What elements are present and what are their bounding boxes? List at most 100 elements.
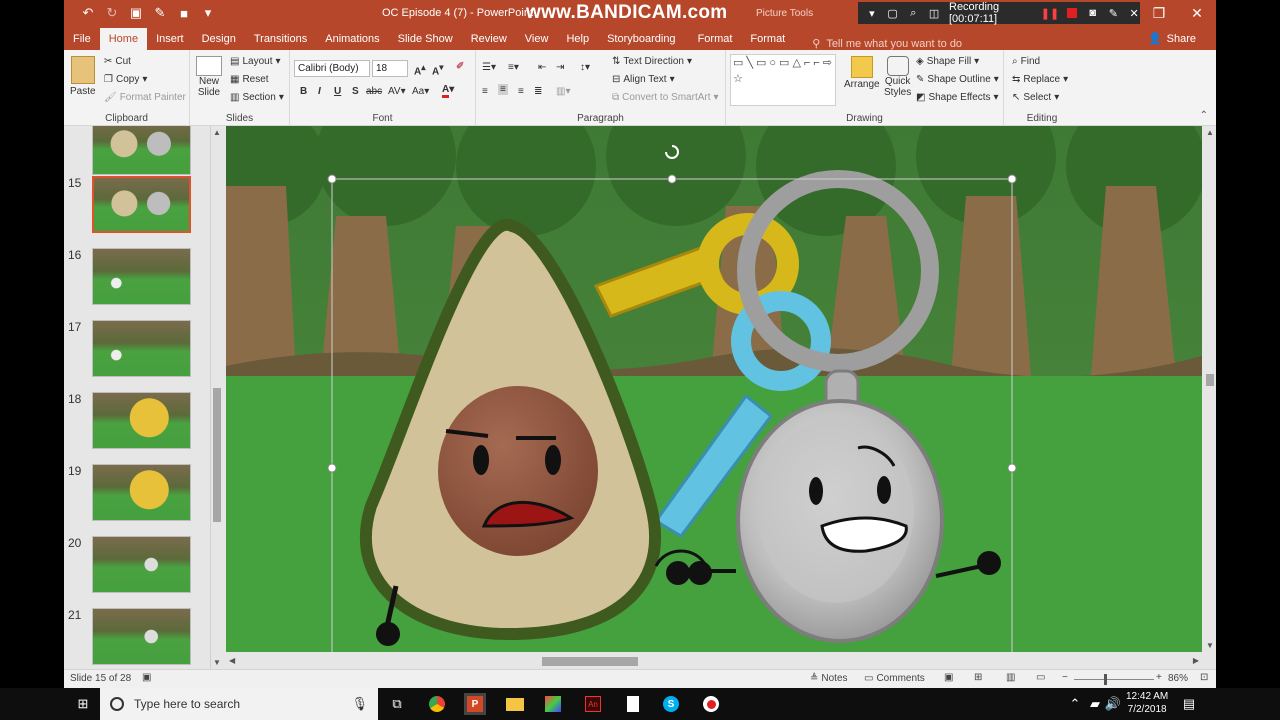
slide-thumbnail[interactable] <box>64 126 214 176</box>
tab-transitions[interactable]: Transitions <box>245 28 316 50</box>
paint-icon[interactable] <box>542 693 564 715</box>
layout-button[interactable]: ▤ Layout ▾ <box>230 56 281 67</box>
tab-design[interactable]: Design <box>193 28 245 50</box>
font-color-icon[interactable]: A▾ <box>442 84 454 98</box>
pencil-icon[interactable]: ✎ <box>1108 6 1120 20</box>
slide-vertical-scrollbar[interactable]: ▲ ▼ <box>1204 126 1216 652</box>
restore-icon[interactable]: ❐ <box>1140 0 1178 26</box>
slide-thumbnail[interactable]: 20 <box>64 536 214 594</box>
slideshow-icon[interactable]: ▭ <box>1036 672 1045 683</box>
microphone-icon[interactable]: 🎙 <box>351 696 368 712</box>
normal-view-icon[interactable]: ▣ <box>944 672 953 683</box>
zoom-in-icon[interactable]: + <box>1156 672 1162 683</box>
increase-indent-icon[interactable]: ⇥ <box>556 62 564 73</box>
skype-icon[interactable]: S <box>660 693 682 715</box>
window-icon[interactable]: ▢ <box>887 6 899 20</box>
underline-icon[interactable]: U <box>334 86 341 97</box>
reset-button[interactable]: ▦ Reset <box>230 74 269 85</box>
chrome-icon[interactable] <box>426 693 448 715</box>
save-icon[interactable]: ▣ <box>128 4 144 22</box>
scroll-down-icon[interactable]: ▼ <box>1206 641 1214 650</box>
paste-button[interactable]: Paste <box>70 56 96 97</box>
task-view-icon[interactable]: ⧉ <box>386 693 408 715</box>
strikethrough-icon[interactable]: abc <box>366 86 382 97</box>
slide-thumbnail[interactable]: 16 <box>64 248 214 306</box>
replace-button[interactable]: ⇆ Replace ▾ <box>1012 74 1068 85</box>
close-recording-icon[interactable]: ✕ <box>1128 6 1140 20</box>
tab-file[interactable]: File <box>64 28 100 50</box>
numbering-icon[interactable]: ≡▾ <box>508 62 519 73</box>
clear-format-icon[interactable]: ✐ <box>456 61 464 72</box>
tab-slide-show[interactable]: Slide Show <box>389 28 462 50</box>
align-right-icon[interactable]: ≡ <box>518 86 524 97</box>
slide-thumbnail[interactable]: 19 <box>64 464 214 522</box>
scroll-right-icon[interactable]: ▶ <box>1193 656 1199 665</box>
quick-styles-button[interactable]: Quick Styles <box>884 56 911 98</box>
file-explorer-icon[interactable] <box>504 693 526 715</box>
zoom-slider-thumb[interactable] <box>1104 674 1107 685</box>
tab-format[interactable]: Format <box>741 28 794 50</box>
shape-outline-button[interactable]: ✎ Shape Outline ▾ <box>916 74 999 85</box>
taskbar-search[interactable]: Type here to search 🎙 <box>100 688 378 720</box>
new-slide-button[interactable]: New Slide <box>196 56 222 98</box>
decrease-indent-icon[interactable]: ⇤ <box>538 62 546 73</box>
arrange-button[interactable]: Arrange <box>844 56 880 90</box>
undo-icon[interactable]: ↶ <box>80 4 96 22</box>
shapes-gallery[interactable]: ▭╲▭○▭△⌐⌐⇨⇩↰⇦╮⌒{}☆ <box>730 54 836 106</box>
align-center-icon[interactable]: ≡ <box>498 84 508 95</box>
slide-sorter-icon[interactable]: ⊞ <box>974 672 982 683</box>
search-icon[interactable]: ⌕ <box>908 6 920 20</box>
shape-fill-button[interactable]: ◈ Shape Fill ▾ <box>916 56 979 67</box>
zoom-level[interactable]: 86% <box>1168 673 1188 684</box>
show-hidden-icons-icon[interactable]: ⌃ <box>1064 693 1086 715</box>
tab-format[interactable]: Format <box>689 28 742 50</box>
stop-icon[interactable] <box>1066 6 1078 20</box>
shape-effects-button[interactable]: ◩ Shape Effects ▾ <box>916 92 999 103</box>
slide-thumbnail[interactable]: 21 <box>64 608 214 666</box>
slide-thumbnail[interactable]: 17 <box>64 320 214 378</box>
shadow-icon[interactable]: S <box>352 86 359 97</box>
section-button[interactable]: ▥ Section ▾ <box>230 92 284 103</box>
tab-insert[interactable]: Insert <box>147 28 193 50</box>
zoom-slider[interactable] <box>1074 679 1154 680</box>
bold-icon[interactable]: B <box>300 86 307 97</box>
shrink-font-icon[interactable]: A▾ <box>432 62 443 77</box>
collapse-ribbon-icon[interactable]: ⌃ <box>1200 110 1208 121</box>
horizontal-scroll-thumb[interactable] <box>542 657 638 666</box>
convert-smartart-button[interactable]: ⧉ Convert to SmartArt ▾ <box>612 92 719 103</box>
format-painter-button[interactable]: 🖌 Format Painter <box>104 92 186 103</box>
windows-start-icon[interactable]: ⊞ <box>72 693 94 715</box>
cut-button[interactable]: ✂ Cut <box>104 56 131 67</box>
clock[interactable]: 12:42 AM 7/2/2018 <box>1126 690 1168 716</box>
tab-help[interactable]: Help <box>557 28 598 50</box>
slide-thumbnail[interactable]: 15 <box>64 176 214 234</box>
volume-icon[interactable]: 🔊 <box>1102 693 1124 715</box>
change-case-icon[interactable]: Aa▾ <box>412 86 429 97</box>
select-button[interactable]: ↖ Select ▾ <box>1012 92 1059 103</box>
touch-mode-icon[interactable]: ✎ <box>152 4 168 22</box>
collapse-icon[interactable]: ▾ <box>866 6 878 20</box>
pause-icon[interactable]: ❚❚ <box>1041 6 1059 20</box>
justify-icon[interactable]: ≣ <box>534 86 542 97</box>
customize-qat-icon[interactable]: ▾ <box>200 4 216 22</box>
scroll-down-icon[interactable]: ▼ <box>213 658 221 667</box>
redo-icon[interactable]: ↻ <box>104 4 120 22</box>
grow-font-icon[interactable]: A▴ <box>414 62 425 77</box>
find-button[interactable]: ⌕ Find <box>1012 56 1040 67</box>
tell-me-box[interactable]: ⚲ Tell me what you want to do <box>812 37 962 51</box>
tab-animations[interactable]: Animations <box>316 28 388 50</box>
font-size-input[interactable]: 18 <box>372 60 408 77</box>
notifications-icon[interactable]: ▤ <box>1178 693 1200 715</box>
font-family-input[interactable]: Calibri (Body) <box>294 60 370 77</box>
align-left-icon[interactable]: ≡ <box>482 86 488 97</box>
zoom-out-icon[interactable]: − <box>1062 672 1068 683</box>
thumbnails-scrollbar[interactable]: ▲ ▼ <box>210 126 222 669</box>
current-slide[interactable] <box>226 126 1202 652</box>
share-button[interactable]: 👤 Share <box>1148 32 1196 46</box>
screenshot-icon[interactable]: ◙ <box>1087 6 1099 20</box>
slide-thumbnail[interactable]: 18 <box>64 392 214 450</box>
tab-storyboarding[interactable]: Storyboarding <box>598 28 685 50</box>
powerpoint-taskbar-icon[interactable]: P <box>464 693 486 715</box>
text-direction-button[interactable]: ⇅ Text Direction ▾ <box>612 56 692 67</box>
tab-home[interactable]: Home <box>99 28 148 50</box>
